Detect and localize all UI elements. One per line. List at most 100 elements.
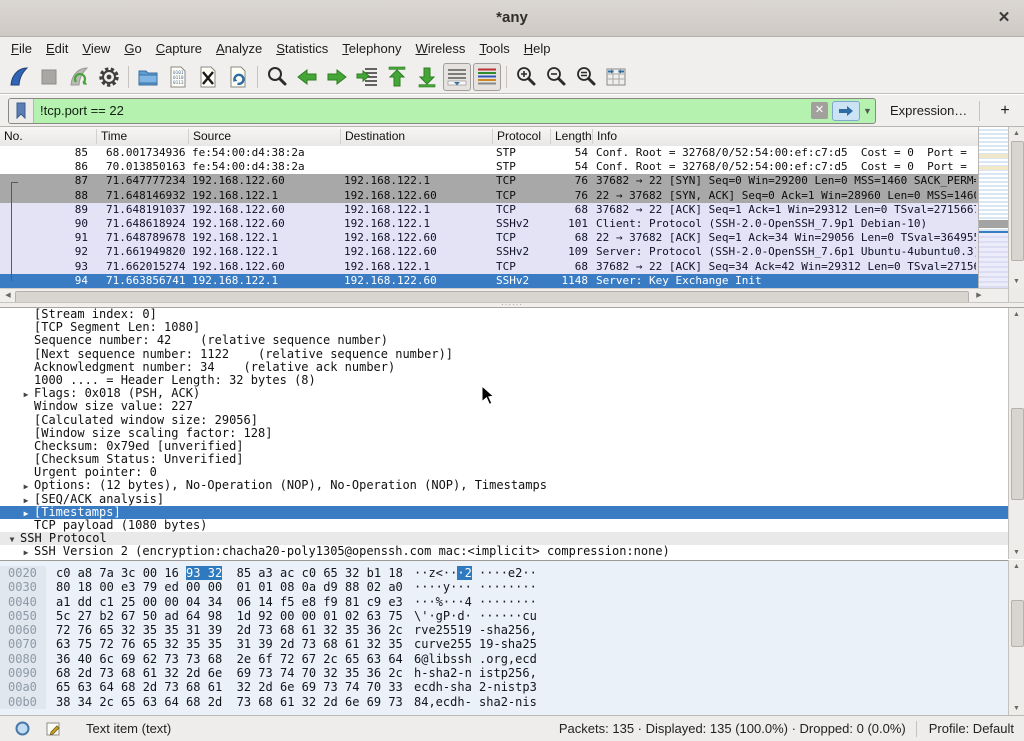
hex-row[interactable]: 0020c0 a8 7a 3c 00 16 93 32 85 a3 ac c0 … <box>0 566 1008 580</box>
menu-statistics[interactable]: Statistics <box>269 39 335 58</box>
column-header-time[interactable]: Time <box>96 129 193 144</box>
status-bar: Text item (text) Packets: 135 · Displaye… <box>0 715 1024 741</box>
scroll-down-icon[interactable]: ▼ <box>1009 546 1024 559</box>
status-profile[interactable]: Profile: Default <box>917 721 1024 736</box>
detail-line-tcp-payload[interactable]: TCP payload (1080 bytes) <box>0 519 1008 532</box>
go-first-button[interactable] <box>383 63 411 91</box>
column-header-destination[interactable]: Destination <box>340 129 497 144</box>
status-packet-counts: Packets: 135 · Displayed: 135 (100.0%) ·… <box>549 721 916 736</box>
hex-row[interactable]: 009068 2d 73 68 61 32 2d 6e 69 73 74 70 … <box>0 666 1008 680</box>
hex-row[interactable]: 00a065 63 64 68 2d 73 68 61 32 2d 6e 69 … <box>0 680 1008 694</box>
toolbar-separator <box>506 66 507 88</box>
capture-options-button[interactable] <box>95 63 123 91</box>
wireshark-window: *any ✕ File Edit View Go Capture Analyze… <box>0 0 1024 741</box>
title-bar: *any ✕ <box>0 0 1024 37</box>
filter-bookmark-button[interactable] <box>9 99 34 123</box>
menu-tools[interactable]: Tools <box>472 39 516 58</box>
reload-file-icon <box>226 65 250 89</box>
menu-go[interactable]: Go <box>117 39 148 58</box>
scroll-thumb[interactable] <box>1011 141 1024 261</box>
expert-info-button[interactable] <box>14 720 31 737</box>
packet-row-86[interactable]: 8670.013850163fe:54:00:d4:38:2aSTP54Conf… <box>0 160 978 174</box>
expander-icon[interactable]: ▶ <box>18 546 34 559</box>
menu-help[interactable]: Help <box>517 39 558 58</box>
packet-row-93[interactable]: 9371.662015274192.168.122.60192.168.122.… <box>0 260 978 274</box>
gear-icon <box>97 65 121 89</box>
hex-row[interactable]: 008036 40 6c 69 62 73 73 68 2e 6f 72 67 … <box>0 652 1008 666</box>
scroll-down-icon[interactable]: ▼ <box>1009 702 1024 715</box>
column-header-no[interactable]: No. <box>0 129 100 144</box>
column-header-info[interactable]: Info <box>592 129 977 144</box>
packet-row-88[interactable]: 8871.648146932192.168.122.1192.168.122.6… <box>0 189 978 203</box>
auto-scroll-button[interactable] <box>443 63 471 91</box>
column-header-protocol[interactable]: Protocol <box>492 129 555 144</box>
details-vscrollbar[interactable]: ▲ ▼ <box>1008 308 1024 559</box>
scroll-right-icon[interactable]: ▶ <box>972 290 986 302</box>
start-capture-button[interactable] <box>5 63 33 91</box>
restart-capture-button[interactable] <box>65 63 93 91</box>
packet-row-92[interactable]: 9271.661949820192.168.122.1192.168.122.6… <box>0 245 978 259</box>
window-close-button[interactable]: ✕ <box>994 8 1014 28</box>
packet-row-85[interactable]: 8568.001734936fe:54:00:d4:38:2aSTP54Conf… <box>0 146 978 160</box>
scroll-thumb[interactable] <box>1011 600 1024 647</box>
packet-row-87[interactable]: 8771.647777234192.168.122.60192.168.122.… <box>0 174 978 188</box>
find-packet-button[interactable] <box>263 63 291 91</box>
go-forward-button[interactable] <box>323 63 351 91</box>
zoom-in-button[interactable] <box>512 63 540 91</box>
hex-row[interactable]: 00b038 34 2c 65 63 64 68 2d 73 68 61 32 … <box>0 695 1008 709</box>
menu-capture[interactable]: Capture <box>149 39 209 58</box>
zoom-out-button[interactable] <box>542 63 570 91</box>
capture-comment-button[interactable] <box>45 720 62 737</box>
expression-button[interactable]: Expression… <box>890 103 967 118</box>
scroll-thumb[interactable] <box>1011 408 1024 500</box>
hex-row[interactable]: 0040a1 dd c1 25 00 00 04 34 06 14 f5 e8 … <box>0 595 1008 609</box>
packet-list-header: No. Time Source Destination Protocol Len… <box>0 127 978 147</box>
hex-dump-pane: 0020c0 a8 7a 3c 00 16 93 32 85 a3 ac c0 … <box>0 560 1008 715</box>
colorize-button[interactable] <box>473 63 501 91</box>
hex-vscrollbar[interactable]: ▲ ▼ <box>1008 560 1024 715</box>
scroll-down-icon[interactable]: ▼ <box>1009 275 1024 288</box>
filter-history-dropdown[interactable]: ▼ <box>860 106 875 116</box>
menu-analyze[interactable]: Analyze <box>209 39 269 58</box>
packet-row-91[interactable]: 9171.648789678192.168.122.1192.168.122.6… <box>0 231 978 245</box>
scroll-up-icon[interactable]: ▲ <box>1009 127 1024 140</box>
hex-row[interactable]: 00505c 27 b2 67 50 ad 64 98 1d 92 00 00 … <box>0 609 1008 623</box>
hex-row[interactable]: 007063 75 72 76 65 32 35 35 31 39 2d 73 … <box>0 637 1008 651</box>
zoom-out-icon <box>544 65 568 89</box>
detail-line-ssh-version[interactable]: ▶SSH Version 2 (encryption:chacha20-poly… <box>0 545 1008 558</box>
stop-capture-button[interactable] <box>35 63 63 91</box>
packet-row-90[interactable]: 9071.648618924192.168.122.60192.168.122.… <box>0 217 978 231</box>
resize-columns-button[interactable] <box>602 63 630 91</box>
save-file-button[interactable]: 010101100113 <box>164 63 192 91</box>
arrow-right-icon <box>325 65 349 89</box>
display-filter-field[interactable]: !tcp.port == 22 ✕ ▼ <box>8 98 876 124</box>
menu-file[interactable]: File <box>4 39 39 58</box>
add-filter-button[interactable]: + <box>994 102 1016 120</box>
open-file-button[interactable] <box>134 63 162 91</box>
go-last-button[interactable] <box>413 63 441 91</box>
scroll-up-icon[interactable]: ▲ <box>1009 308 1024 321</box>
hex-row[interactable]: 003080 18 00 e3 79 ed 00 00 01 01 08 0a … <box>0 580 1008 594</box>
detail-line-seq-ack[interactable]: ▶[SEQ/ACK analysis] <box>0 493 1008 506</box>
column-header-length[interactable]: Length <box>550 129 597 144</box>
close-file-button[interactable] <box>194 63 222 91</box>
menu-telephony[interactable]: Telephony <box>335 39 408 58</box>
filter-apply-button[interactable] <box>832 101 860 121</box>
menu-edit[interactable]: Edit <box>39 39 75 58</box>
packet-row-94-selected[interactable]: 9471.663856741192.168.122.1192.168.122.6… <box>0 274 978 288</box>
column-header-source[interactable]: Source <box>188 129 345 144</box>
display-filter-input[interactable]: !tcp.port == 22 <box>34 103 811 118</box>
menu-wireless[interactable]: Wireless <box>409 39 473 58</box>
packet-list-vscrollbar[interactable]: ▲ ▼ <box>1008 127 1024 288</box>
go-back-button[interactable] <box>293 63 321 91</box>
hex-row[interactable]: 006072 76 65 32 35 35 31 39 2d 73 68 61 … <box>0 623 1008 637</box>
go-to-packet-button[interactable] <box>353 63 381 91</box>
zoom-original-button[interactable] <box>572 63 600 91</box>
filter-clear-button[interactable]: ✕ <box>811 102 828 119</box>
scroll-up-icon[interactable]: ▲ <box>1009 560 1024 573</box>
reload-file-button[interactable] <box>224 63 252 91</box>
scroll-left-icon[interactable]: ◀ <box>1 290 15 302</box>
packet-minimap[interactable] <box>978 127 1008 288</box>
menu-view[interactable]: View <box>75 39 117 58</box>
packet-row-89[interactable]: 8971.648191037192.168.122.60192.168.122.… <box>0 203 978 217</box>
